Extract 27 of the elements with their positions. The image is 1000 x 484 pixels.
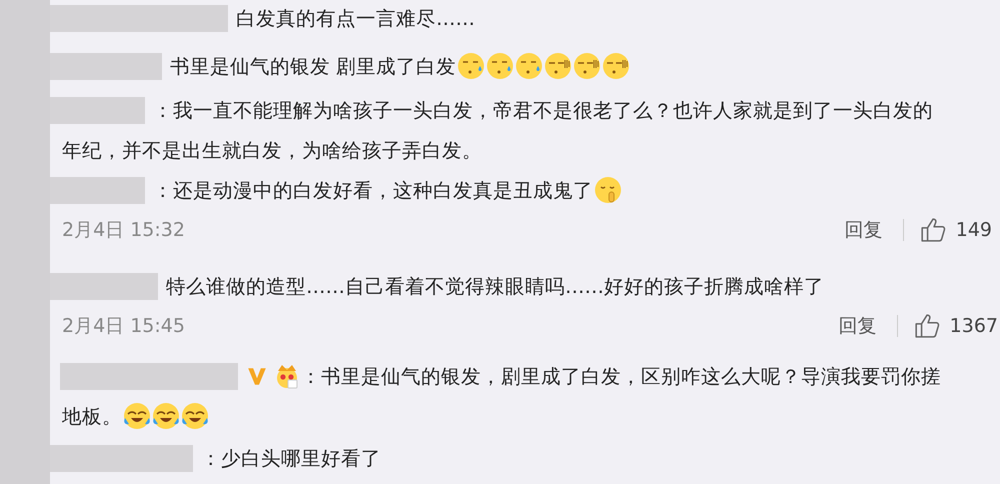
comment-text: 年纪，并不是出生就白发，为啥给孩子弄白发。 [62, 138, 482, 164]
comment-text: ：我一直不能理解为啥孩子一头白发，帝君不是很老了么？也许人家就是到了一头白发的 [153, 98, 933, 124]
comment-text: ：还是动漫中的白发好看，这种白发真是丑成鬼了 [153, 178, 593, 204]
comment-text: ：书里是仙气的银发，剧里成了白发，区别咋这么大呢？导演我要罚你搓 [301, 364, 941, 390]
sweat-emoji-icon [486, 52, 514, 80]
comment-text: 白发真的有点一言难尽…… [236, 6, 475, 32]
comment-text: 地板。 [62, 404, 122, 430]
shush-emoji-icon [594, 176, 622, 204]
laughing-crying-emoji-icon [181, 402, 209, 430]
speechless-emoji-icon [602, 52, 630, 80]
speechless-emoji-icon [544, 52, 572, 80]
like-count: 1367 [950, 314, 998, 339]
like-count: 149 [956, 218, 992, 243]
thumbs-up-icon[interactable] [920, 217, 946, 243]
laughing-crying-emoji-icon [152, 402, 180, 430]
comment-text: ：少白头哪里好看了 [201, 446, 381, 472]
thumbs-up-icon[interactable] [914, 313, 940, 339]
reply-button[interactable]: 回复 [844, 217, 883, 243]
reply-button[interactable]: 回复 [838, 313, 877, 339]
comment-date: 2月4日 15:45 [62, 314, 185, 339]
sweat-emoji-icon [457, 52, 486, 80]
comment-text: 书里是仙气的银发 剧里成了白发 [170, 54, 456, 80]
comment-date: 2月4日 15:32 [62, 218, 185, 243]
comment-text: 特么谁做的造型……自己看着不觉得辣眼睛吗……好好的孩子折腾成啥样了 [166, 274, 824, 300]
speechless-emoji-icon [573, 52, 602, 80]
laughing-crying-emoji-icon [123, 402, 151, 430]
sweat-emoji-icon [515, 52, 544, 80]
